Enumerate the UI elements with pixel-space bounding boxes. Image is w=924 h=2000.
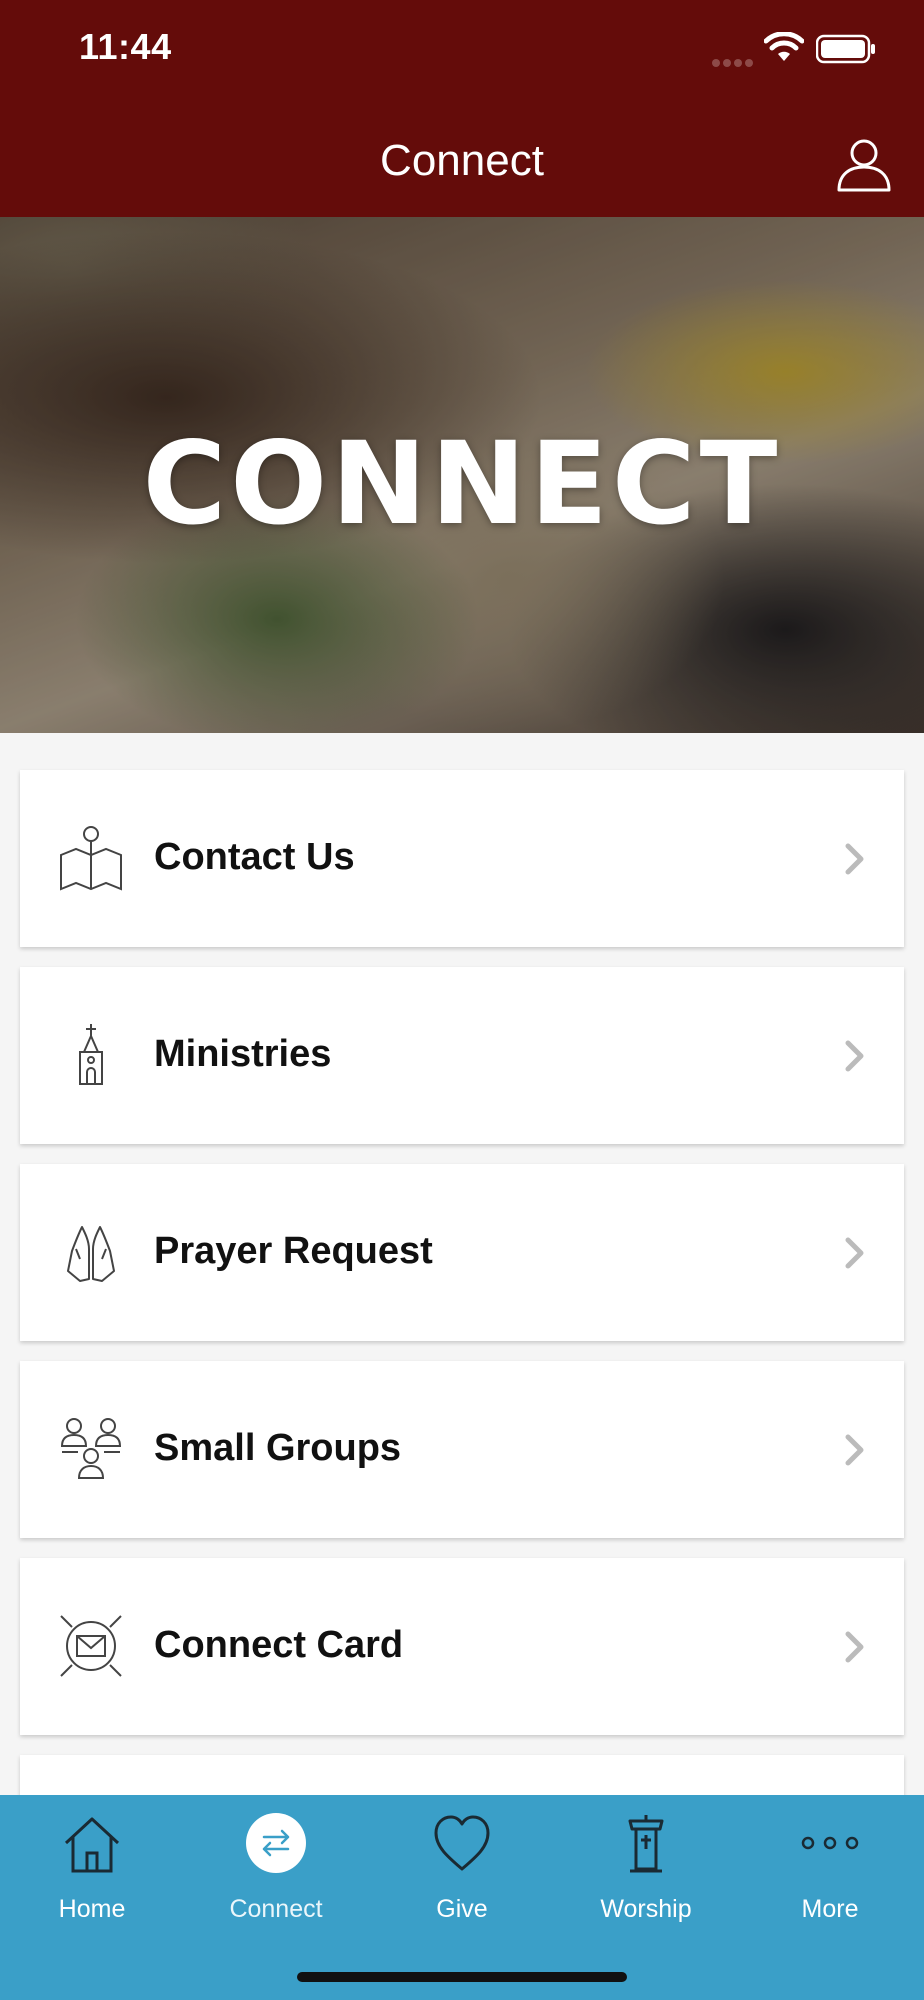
wifi-icon <box>764 32 804 61</box>
menu-item-contact-us[interactable]: Contact Us <box>20 770 904 947</box>
chevron-right-icon <box>845 1631 864 1663</box>
page-title: Connect <box>380 136 544 185</box>
pulpit-icon <box>628 1815 664 1873</box>
tab-bar: Home Connect Give Worship More <box>0 1795 924 2000</box>
group-icon <box>60 1418 122 1479</box>
church-icon <box>79 1024 103 1085</box>
tab-label: Give <box>436 1895 488 1923</box>
tab-worship[interactable]: Worship <box>554 1795 738 1945</box>
arrows-exchange-icon <box>246 1813 306 1873</box>
praying-hands-icon <box>67 1226 115 1282</box>
heart-icon <box>434 1815 490 1871</box>
chevron-right-icon <box>845 1237 864 1269</box>
cellular-signal-icon <box>712 54 756 72</box>
hero-title: CONNECT <box>142 417 782 550</box>
menu-item-label: Contact Us <box>154 836 355 878</box>
tab-connect[interactable]: Connect <box>184 1795 368 1945</box>
menu-item-prayer-request[interactable]: Prayer Request <box>20 1164 904 1341</box>
chevron-right-icon <box>845 1040 864 1072</box>
hero-banner: CONNECT <box>0 217 924 733</box>
more-dots-icon <box>801 1836 859 1850</box>
chevron-right-icon <box>845 1434 864 1466</box>
menu-item-label: Small Groups <box>154 1427 402 1469</box>
envelope-card-icon <box>60 1615 122 1677</box>
home-indicator[interactable] <box>297 1972 627 1982</box>
chevron-right-icon <box>845 843 864 875</box>
battery-icon <box>816 34 875 64</box>
menu-item-ministries[interactable]: Ministries <box>20 967 904 1144</box>
menu-item-label: Ministries <box>154 1033 332 1075</box>
tab-home[interactable]: Home <box>0 1795 184 1945</box>
tab-label: More <box>801 1895 859 1923</box>
menu-item-connect-card[interactable]: Connect Card <box>20 1558 904 1735</box>
menu-item-small-groups[interactable]: Small Groups <box>20 1361 904 1538</box>
home-icon <box>64 1817 120 1873</box>
map-pin-icon <box>60 826 122 891</box>
status-time: 11:44 <box>79 26 172 67</box>
menu-item-label: Connect Card <box>154 1624 404 1666</box>
user-outline-icon[interactable] <box>836 136 892 192</box>
tab-label: Home <box>58 1895 126 1923</box>
tab-more[interactable]: More <box>738 1795 922 1945</box>
tab-give[interactable]: Give <box>370 1795 554 1945</box>
tab-label: Worship <box>600 1895 692 1923</box>
tab-label: Connect <box>229 1895 323 1923</box>
menu-item-label: Prayer Request <box>154 1230 433 1272</box>
app-header: 11:44 Connect <box>0 0 924 217</box>
